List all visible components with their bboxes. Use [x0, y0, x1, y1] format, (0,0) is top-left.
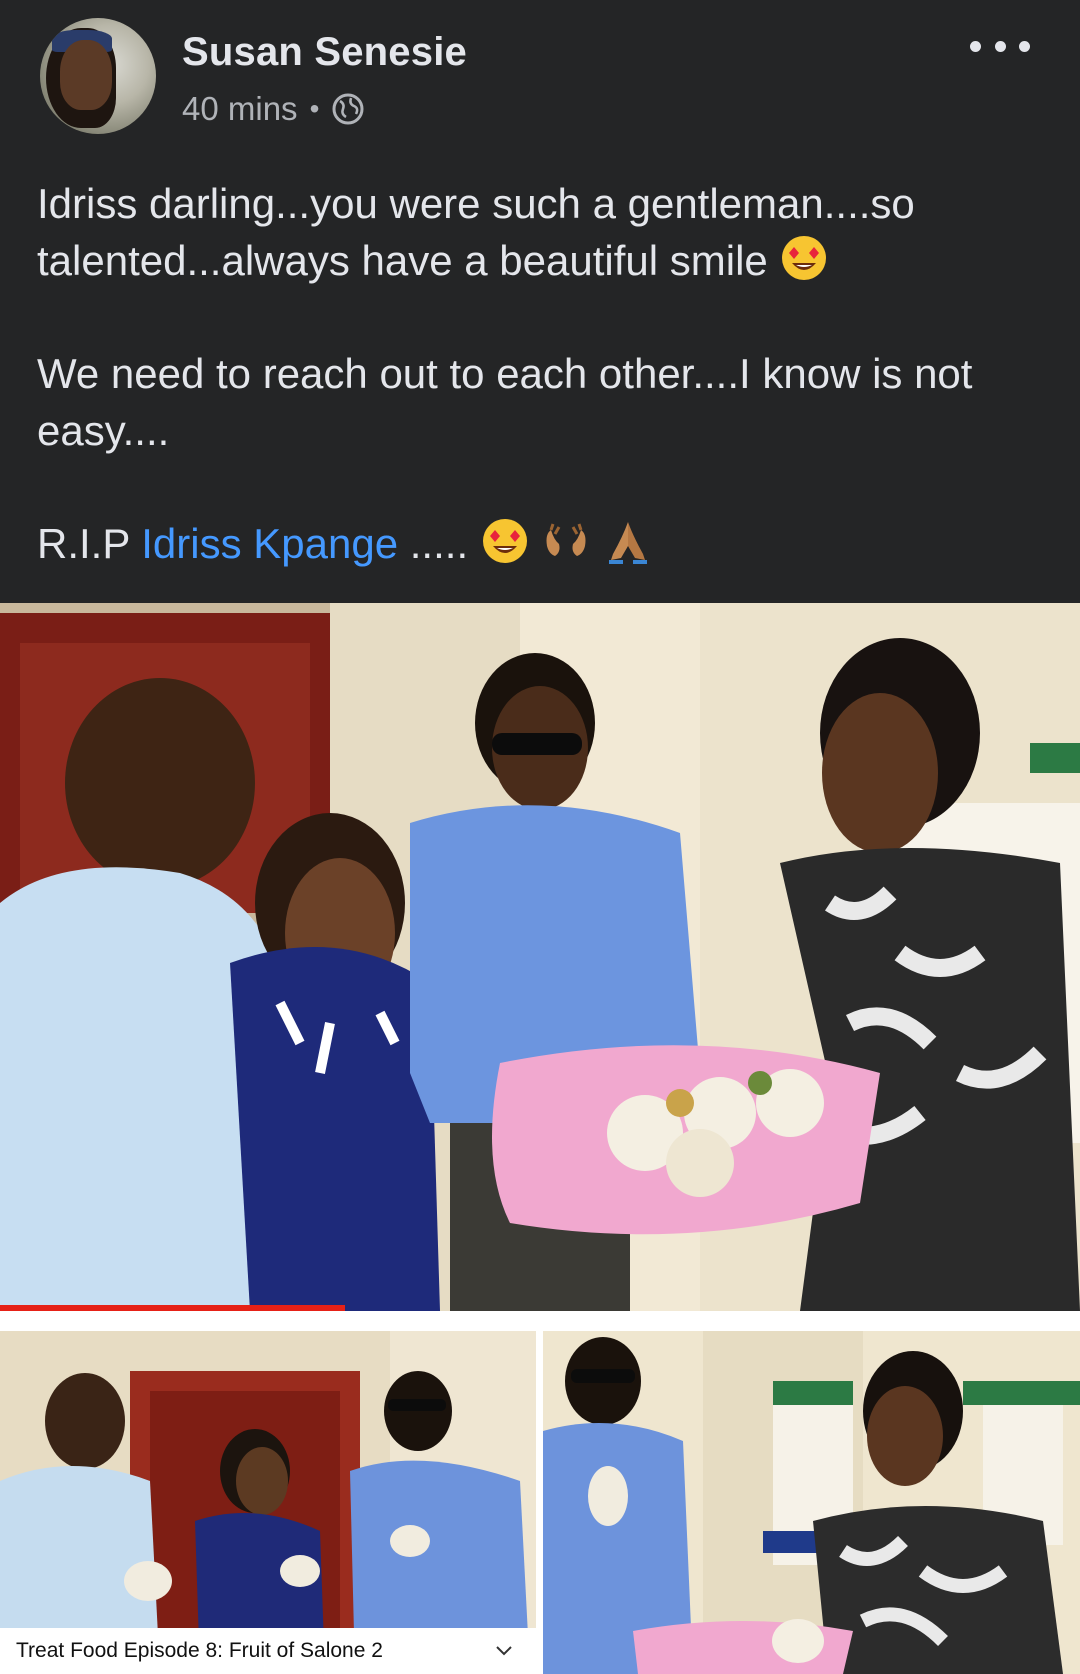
tagged-person-link[interactable]: Idriss Kpange	[141, 520, 398, 567]
post-meta: 40 mins •	[182, 90, 365, 128]
post-paragraph-3: R.I.P Idriss Kpange .....	[37, 515, 1047, 572]
post-header: Susan Senesie 40 mins •	[0, 0, 1080, 150]
main-video-progress	[0, 1305, 345, 1311]
rip-prefix: R.I.P	[37, 520, 130, 567]
post-paragraph-1: Idriss darling...you were such a gentlem…	[37, 175, 1047, 289]
author-name[interactable]: Susan Senesie	[182, 30, 467, 75]
more-dot	[970, 40, 981, 52]
post-media-grid: Treat Food Episode 8: Fruit of Salone 2	[0, 603, 1080, 1674]
chevron-down-icon[interactable]	[494, 1640, 514, 1660]
author-avatar[interactable]	[40, 18, 156, 134]
heart-eyes-emoji	[480, 516, 530, 566]
post-time[interactable]: 40 mins	[182, 90, 298, 128]
photo-group-serving-food[interactable]	[0, 603, 1080, 1311]
folded-hands-emoji	[603, 516, 653, 566]
open-hands-emoji	[541, 516, 591, 566]
globe-icon[interactable]	[331, 92, 365, 126]
photo-two-people-eating[interactable]	[543, 1331, 1080, 1674]
heart-eyes-emoji	[779, 233, 829, 283]
post-body: Idriss darling...you were such a gentlem…	[37, 175, 1047, 572]
video-caption-bar[interactable]: Treat Food Episode 8: Fruit of Salone 2	[0, 1628, 536, 1674]
post-text-line-2: We need to reach out to each other....I …	[37, 350, 973, 454]
avatar-face	[60, 40, 112, 110]
photo-video-frame-eating[interactable]: Treat Food Episode 8: Fruit of Salone 2	[0, 1331, 536, 1674]
more-options-button[interactable]	[970, 26, 1030, 66]
video-title: Treat Food Episode 8: Fruit of Salone 2	[16, 1639, 383, 1662]
more-dot	[1019, 40, 1030, 52]
meta-separator: •	[309, 93, 320, 124]
rip-suffix: .....	[409, 520, 469, 567]
post-paragraph-2: We need to reach out to each other....I …	[37, 345, 1047, 459]
more-dot	[994, 40, 1006, 52]
